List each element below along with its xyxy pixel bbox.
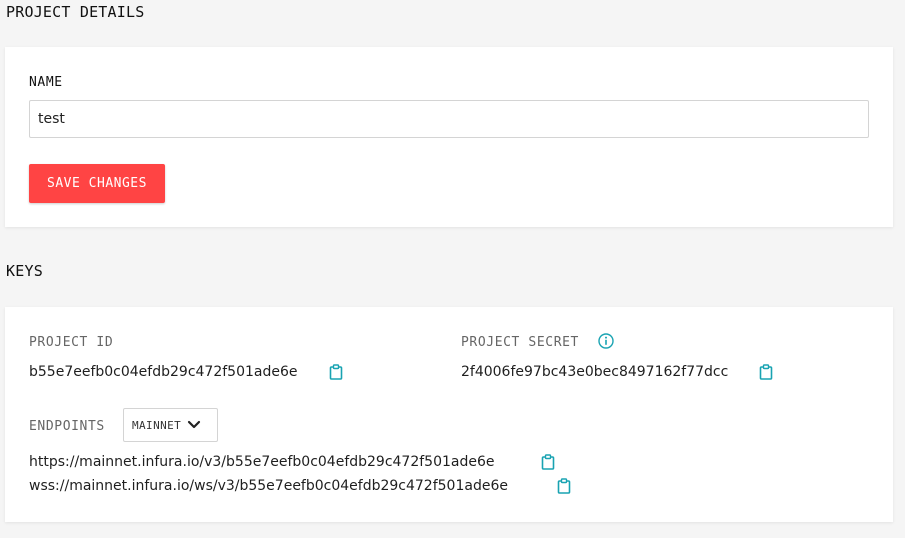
project-id-label: PROJECT ID — [29, 335, 114, 350]
info-icon[interactable] — [598, 333, 614, 349]
https-endpoint-url: https://mainnet.infura.io/v3/b55e7eefb0c… — [29, 454, 495, 470]
network-select-value: MAINNET — [132, 419, 182, 432]
network-select[interactable]: MAINNET — [123, 408, 218, 442]
keys-title: KEYS — [6, 262, 43, 280]
project-name-input[interactable] — [29, 100, 869, 138]
project-secret-value: 2f4006fe97bc43e0bec8497162f77dcc — [461, 364, 729, 380]
copy-project-id-clipboard-icon[interactable] — [329, 364, 343, 380]
endpoints-label: ENDPOINTS — [29, 419, 105, 434]
project-details-card: NAME SAVE CHANGES — [5, 47, 893, 227]
copy-wss-endpoint-clipboard-icon[interactable] — [557, 478, 571, 494]
project-details-title: PROJECT DETAILS — [6, 3, 145, 21]
keys-card: PROJECT ID b55e7eefb0c04efdb29c472f501ad… — [5, 307, 893, 522]
name-label: NAME — [29, 75, 63, 90]
copy-https-endpoint-clipboard-icon[interactable] — [541, 454, 555, 470]
wss-endpoint-url: wss://mainnet.infura.io/ws/v3/b55e7eefb0… — [29, 478, 508, 494]
project-secret-label: PROJECT SECRET — [461, 335, 579, 350]
copy-project-secret-clipboard-icon[interactable] — [759, 364, 773, 380]
save-changes-button[interactable]: SAVE CHANGES — [29, 164, 165, 203]
project-id-value: b55e7eefb0c04efdb29c472f501ade6e — [29, 364, 298, 380]
chevron-down-icon — [187, 420, 201, 429]
